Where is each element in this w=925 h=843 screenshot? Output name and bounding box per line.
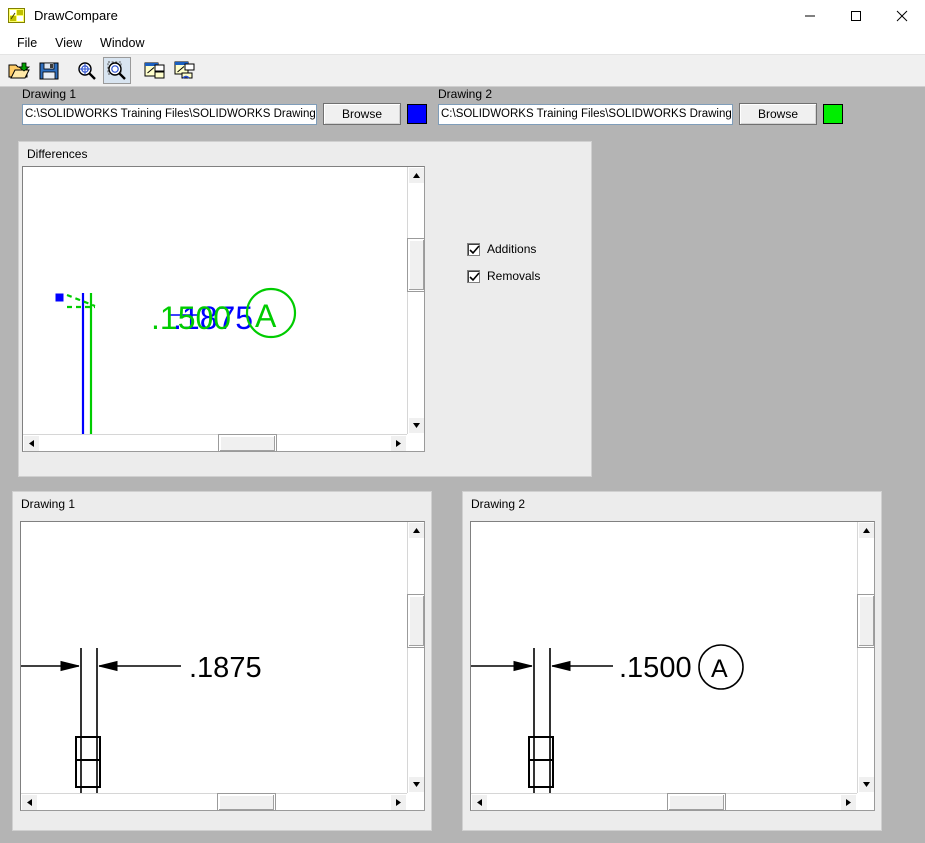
hscroll-thumb[interactable] bbox=[667, 793, 726, 810]
drawing2-hscrollbar[interactable] bbox=[471, 793, 857, 810]
menu-view[interactable]: View bbox=[46, 34, 91, 52]
scroll-left-icon[interactable] bbox=[21, 794, 38, 810]
vscroll-track[interactable] bbox=[408, 184, 424, 417]
hscroll-track[interactable] bbox=[488, 794, 840, 810]
drawing1-drawing: .1875 bbox=[21, 648, 262, 794]
hscroll-thumb[interactable] bbox=[218, 434, 277, 451]
drawing2-panel: Drawing 2 .1500 A bbox=[462, 491, 882, 831]
window-controls bbox=[787, 0, 925, 32]
vscroll-thumb[interactable] bbox=[857, 594, 874, 648]
open-icon[interactable] bbox=[5, 57, 33, 84]
vscroll-track[interactable] bbox=[858, 539, 874, 776]
close-button[interactable] bbox=[879, 0, 925, 32]
scroll-up-icon[interactable] bbox=[408, 522, 424, 539]
drawing2-canvas[interactable]: .1500 A bbox=[470, 521, 875, 811]
svg-text:A: A bbox=[255, 298, 277, 334]
app-icon bbox=[8, 7, 26, 25]
differences-vscrollbar[interactable] bbox=[407, 167, 424, 434]
drawing2-dimension-text: .1500 bbox=[619, 652, 692, 684]
drawing1-panel: Drawing 1 .1875 bbox=[12, 491, 432, 831]
drawing2-browse-button[interactable]: Browse bbox=[739, 103, 817, 125]
additions-label: Additions bbox=[487, 242, 537, 256]
differences-groupbox: Differences .1875 .1500 A Additions Remo… bbox=[18, 141, 592, 477]
drawing1-path-row: Drawing 1 C:\SOLIDWORKS Training Files\S… bbox=[22, 88, 432, 130]
drawing1-canvas[interactable]: .1875 bbox=[20, 521, 425, 811]
drawing2-path-input[interactable]: C:\SOLIDWORKS Training Files\SOLIDWORKS … bbox=[438, 103, 733, 125]
differences-drawing: .1875 .1500 A bbox=[55, 287, 297, 435]
zoom-fit-icon[interactable] bbox=[73, 57, 101, 84]
tile-windows-icon[interactable] bbox=[141, 57, 169, 84]
additions-checkbox[interactable] bbox=[467, 242, 480, 256]
toolbar-separator bbox=[64, 57, 72, 84]
drawing1-vscrollbar[interactable] bbox=[407, 522, 424, 793]
svg-text:.1500: .1500 bbox=[151, 300, 231, 336]
toolbar-separator bbox=[132, 57, 140, 84]
scroll-right-icon[interactable] bbox=[840, 794, 857, 810]
zoom-area-icon[interactable] bbox=[103, 57, 131, 84]
drawing2-drawing: .1500 A bbox=[471, 644, 744, 794]
drawing1-path-input[interactable]: C:\SOLIDWORKS Training Files\SOLIDWORKS … bbox=[22, 103, 317, 125]
drawing2-path-row: Drawing 2 C:\SOLIDWORKS Training Files\S… bbox=[438, 88, 848, 130]
vscroll-thumb[interactable] bbox=[407, 238, 424, 292]
drawing1-color-swatch[interactable] bbox=[407, 104, 427, 124]
hscroll-track[interactable] bbox=[38, 794, 390, 810]
scroll-up-icon[interactable] bbox=[858, 522, 874, 539]
removals-label: Removals bbox=[487, 269, 541, 283]
app-window: DrawCompare File View Window Drawing 1 C… bbox=[0, 0, 925, 843]
hscroll-track[interactable] bbox=[40, 435, 390, 451]
hscroll-thumb[interactable] bbox=[217, 793, 276, 810]
vscroll-track[interactable] bbox=[408, 539, 424, 776]
drawing2-panel-label: Drawing 2 bbox=[471, 497, 526, 511]
drawing1-path-label: Drawing 1 bbox=[22, 87, 77, 101]
link-windows-icon[interactable] bbox=[171, 57, 199, 84]
drawing1-dimension-text: .1875 bbox=[189, 652, 262, 684]
drawing2-color-swatch[interactable] bbox=[823, 104, 843, 124]
window-title: DrawCompare bbox=[34, 8, 118, 23]
title-bar: DrawCompare bbox=[0, 0, 925, 32]
additions-checkbox-row[interactable]: Additions bbox=[467, 242, 536, 256]
drawing1-panel-label: Drawing 1 bbox=[21, 497, 76, 511]
save-icon[interactable] bbox=[35, 57, 63, 84]
scroll-left-icon[interactable] bbox=[471, 794, 488, 810]
drawing1-browse-button[interactable]: Browse bbox=[323, 103, 401, 125]
drawing2-path-label: Drawing 2 bbox=[438, 87, 493, 101]
drawing2-datum-text: A bbox=[711, 655, 728, 683]
scroll-right-icon[interactable] bbox=[390, 794, 407, 810]
menu-file[interactable]: File bbox=[8, 34, 46, 52]
scroll-left-icon[interactable] bbox=[23, 435, 40, 451]
menu-window[interactable]: Window bbox=[91, 34, 153, 52]
drawing2-vscrollbar[interactable] bbox=[857, 522, 874, 793]
scroll-down-icon[interactable] bbox=[408, 417, 424, 434]
maximize-button[interactable] bbox=[833, 0, 879, 32]
scroll-down-icon[interactable] bbox=[858, 776, 874, 793]
toolbar bbox=[0, 54, 925, 87]
scroll-down-icon[interactable] bbox=[408, 776, 424, 793]
differences-hscrollbar[interactable] bbox=[23, 434, 407, 451]
differences-canvas[interactable]: .1875 .1500 A bbox=[22, 166, 425, 452]
scroll-up-icon[interactable] bbox=[408, 167, 424, 184]
differences-label: Differences bbox=[27, 147, 88, 161]
menu-bar: File View Window bbox=[0, 32, 925, 54]
removals-checkbox-row[interactable]: Removals bbox=[467, 269, 540, 283]
scroll-right-icon[interactable] bbox=[390, 435, 407, 451]
removals-checkbox[interactable] bbox=[467, 269, 480, 283]
minimize-button[interactable] bbox=[787, 0, 833, 32]
drawing1-hscrollbar[interactable] bbox=[21, 793, 407, 810]
vscroll-thumb[interactable] bbox=[407, 594, 424, 648]
